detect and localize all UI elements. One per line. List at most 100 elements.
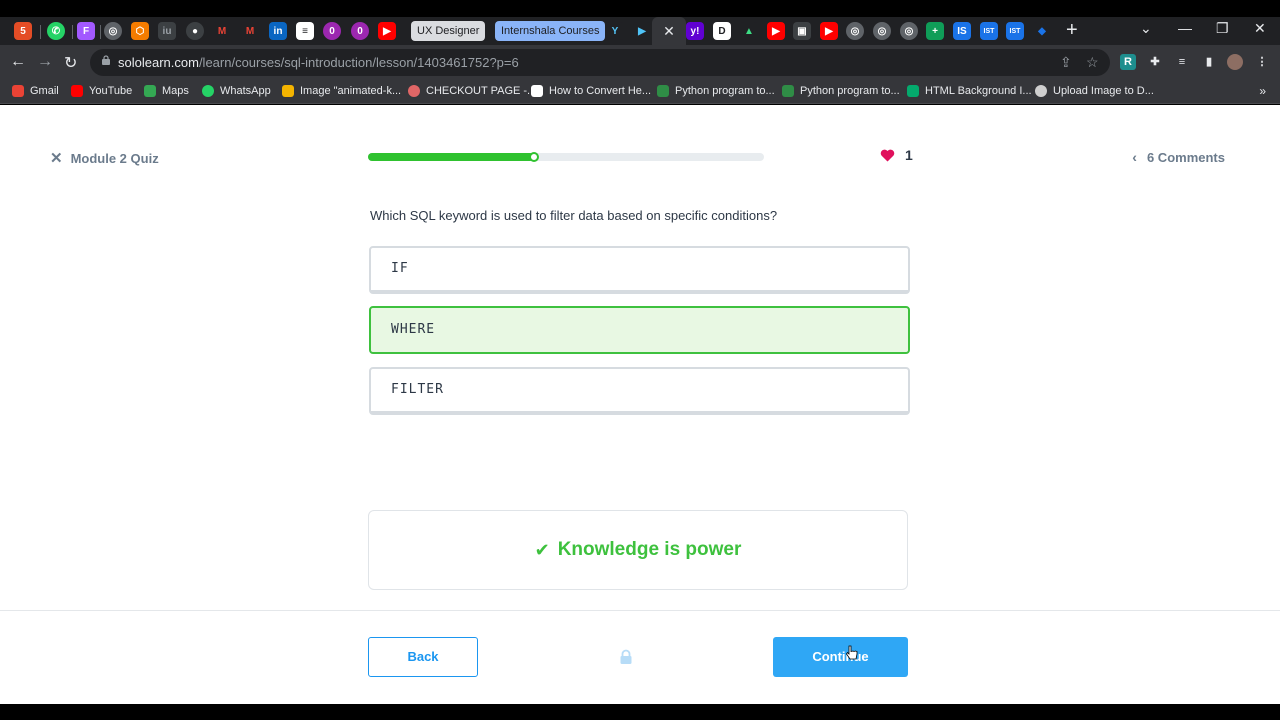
checkmark-icon: ✔ xyxy=(534,539,550,560)
back-arrow-icon[interactable]: ← xyxy=(10,53,26,71)
tab-favicon-linkedin[interactable]: in xyxy=(269,22,287,40)
star-icon xyxy=(282,85,294,97)
bookmark-label: Python program to... xyxy=(800,85,900,97)
feedback-box: ✔ Knowledge is power xyxy=(368,510,908,590)
progress-fill xyxy=(368,153,535,161)
tab-favicon-gmail[interactable]: M xyxy=(213,22,231,40)
close-icon[interactable]: ✕ xyxy=(50,149,63,167)
tab-favicon-ist[interactable]: IST xyxy=(1006,22,1024,40)
bookmark-checkout-page[interactable]: CHECKOUT PAGE -... xyxy=(408,85,536,97)
bookmark-label: CHECKOUT PAGE -... xyxy=(426,85,537,97)
tab-favicon-play[interactable]: ▶ xyxy=(633,22,651,40)
tab-favicon-sheets[interactable]: + xyxy=(926,22,944,40)
back-button[interactable]: Back xyxy=(368,637,478,677)
tab-favicon-youtube[interactable]: ▶ xyxy=(820,22,838,40)
tab-favicon-purple[interactable]: 0 xyxy=(323,22,341,40)
tab-favicon-flutter[interactable]: Y xyxy=(606,22,624,40)
url-text[interactable]: sololearn.com/learn/courses/sql-introduc… xyxy=(118,55,519,70)
w3schools-icon xyxy=(907,85,919,97)
bookmark-how-to-convert[interactable]: How to Convert He... xyxy=(531,85,651,97)
browser-menu-icon[interactable]: ⋮ xyxy=(1254,54,1270,70)
reload-icon[interactable]: ↻ xyxy=(64,53,77,73)
tab-favicon-d[interactable]: D xyxy=(713,22,731,40)
address-bar[interactable]: sololearn.com/learn/courses/sql-introduc… xyxy=(90,49,1110,76)
bookmark-star-icon[interactable]: ☆ xyxy=(1086,54,1099,71)
forward-arrow-icon[interactable]: → xyxy=(37,53,53,71)
active-tab-close-icon[interactable]: ✕ xyxy=(652,17,686,45)
tab-separator xyxy=(100,25,101,39)
bookmark-label: Gmail xyxy=(30,85,59,97)
tab-favicon-is[interactable]: IS xyxy=(953,22,971,40)
side-panel-icon[interactable]: ▮ xyxy=(1201,54,1217,70)
more-bookmarks-icon[interactable]: » xyxy=(1259,84,1266,98)
lives-counter: 1 xyxy=(880,147,913,163)
browser-toolbar: ← → ↻ sololearn.com/learn/courses/sql-in… xyxy=(0,45,1280,80)
bookmark-python-program-2[interactable]: Python program to... xyxy=(782,85,900,97)
new-tab-icon[interactable]: + xyxy=(1066,19,1078,42)
url-host: sololearn.com xyxy=(118,55,199,70)
quiz-header-close[interactable]: ✕ Module 2 Quiz xyxy=(50,149,159,167)
tab-group-ux-designer[interactable]: UX Designer xyxy=(411,21,486,41)
tab-favicon-ist[interactable]: IST xyxy=(980,22,998,40)
tab-favicon-android[interactable]: ▲ xyxy=(740,22,758,40)
url-path: /learn/courses/sql-introduction/lesson/1… xyxy=(198,55,519,70)
answer-option-if[interactable]: IF xyxy=(369,246,910,294)
tab-favicon-whatsapp[interactable]: ✆ xyxy=(47,22,65,40)
comments-label: 6 Comments xyxy=(1146,149,1225,165)
tab-favicon-youtube[interactable]: ▶ xyxy=(767,22,785,40)
bookmark-label: How to Convert He... xyxy=(549,85,652,97)
answer-option-where[interactable]: WHERE xyxy=(369,306,910,354)
tab-favicon-globe[interactable]: ◎ xyxy=(900,22,918,40)
tab-favicon-doc[interactable]: ≡ xyxy=(296,22,314,40)
share-icon[interactable]: ⇪ xyxy=(1060,54,1072,71)
continue-button[interactable]: Continue xyxy=(773,637,908,677)
bookmark-gmail[interactable]: Gmail xyxy=(12,85,59,97)
lesson-page: ✕ Module 2 Quiz 1 ‹ 6 Comments Which SQL… xyxy=(0,105,1280,704)
tab-group-internshala[interactable]: Internshala Courses xyxy=(495,21,606,41)
bookmark-maps[interactable]: Maps xyxy=(144,85,189,97)
bookmark-image-animated[interactable]: Image "animated-k... xyxy=(282,85,401,97)
answer-option-filter[interactable]: FILTER xyxy=(369,367,910,415)
tab-favicon-youtube[interactable]: ▶ xyxy=(378,22,396,40)
tab-search-chevron-icon[interactable]: ⌄ xyxy=(1140,20,1152,37)
tab-favicon-globe[interactable]: ◎ xyxy=(873,22,891,40)
bookmark-label: Python program to... xyxy=(675,85,775,97)
lock-icon[interactable] xyxy=(618,649,634,665)
tab-favicon-iu[interactable]: iu xyxy=(158,22,176,40)
minimize-icon[interactable]: — xyxy=(1178,20,1192,36)
tab-favicon-yahoo[interactable]: y! xyxy=(686,22,704,40)
tab-favicon-gmail[interactable]: M xyxy=(241,22,259,40)
gfg-icon xyxy=(657,85,669,97)
maps-icon xyxy=(144,85,156,97)
comments-link[interactable]: ‹ 6 Comments xyxy=(1132,149,1225,165)
tab-favicon-html5[interactable]: 5 xyxy=(14,22,32,40)
gfg-icon xyxy=(782,85,794,97)
bookmark-html-background[interactable]: HTML Background I... xyxy=(907,85,1032,97)
tab-favicon-globe[interactable]: ◎ xyxy=(846,22,864,40)
gmail-icon xyxy=(12,85,24,97)
alpha-icon xyxy=(531,85,543,97)
tab-favicon-shield[interactable]: ◆ xyxy=(1033,22,1051,40)
footer-divider xyxy=(0,610,1280,611)
bookmark-python-program-1[interactable]: Python program to... xyxy=(657,85,775,97)
browser-tab-strip: 5 ✆ F ◎ ⬡ iu ● M M in ≡ 0 0 ▶ UX Designe… xyxy=(0,17,1280,45)
quiz-title: Module 2 Quiz xyxy=(70,150,159,166)
tab-favicon-globe[interactable]: ◎ xyxy=(104,22,122,40)
extension-r-icon[interactable]: R xyxy=(1120,54,1136,70)
restore-icon[interactable]: ❐ xyxy=(1216,20,1229,37)
tab-favicon-github[interactable]: ● xyxy=(186,22,204,40)
close-window-icon[interactable]: ✕ xyxy=(1254,20,1266,37)
tab-favicon-hex[interactable]: ⬡ xyxy=(131,22,149,40)
chevron-left-icon: ‹ xyxy=(1132,149,1137,165)
media-control-icon[interactable]: ≡ xyxy=(1174,54,1190,70)
tab-separator xyxy=(72,25,73,39)
extensions-puzzle-icon[interactable]: ✚ xyxy=(1147,54,1163,70)
profile-avatar[interactable] xyxy=(1227,54,1243,70)
bookmark-upload-image[interactable]: Upload Image to D... xyxy=(1035,85,1154,97)
bookmark-whatsapp[interactable]: WhatsApp xyxy=(202,85,271,97)
tab-favicon-dark[interactable]: ▣ xyxy=(793,22,811,40)
tab-favicon-purple[interactable]: 0 xyxy=(351,22,369,40)
bookmark-youtube[interactable]: YouTube xyxy=(71,85,132,97)
tab-favicon-figma[interactable]: F xyxy=(77,22,95,40)
heart-icon xyxy=(880,149,895,162)
